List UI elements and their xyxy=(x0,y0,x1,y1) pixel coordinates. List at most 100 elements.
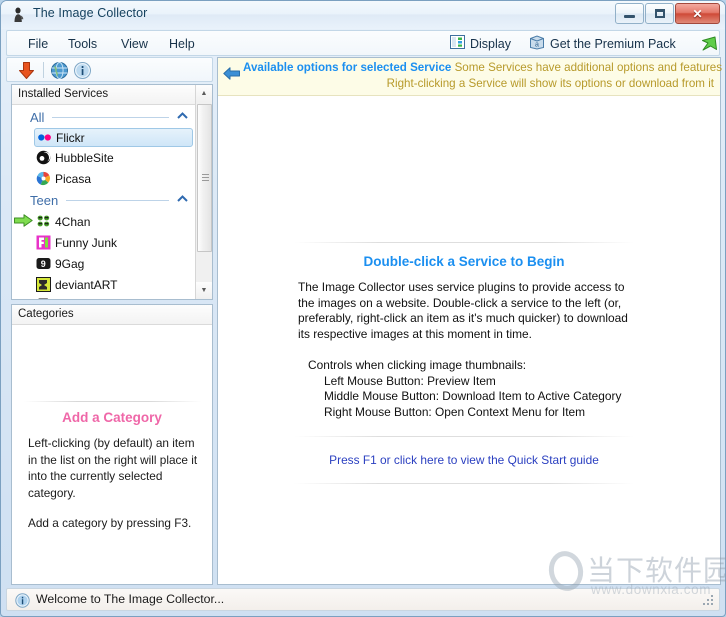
scroll-up-button[interactable]: ▲ xyxy=(196,85,212,102)
menu-view[interactable]: View xyxy=(114,35,155,53)
welcome-title: Double-click a Service to Begin xyxy=(363,254,565,269)
notice-rest: Some Services have additional options an… xyxy=(454,61,723,74)
menu-help[interactable]: Help xyxy=(162,35,202,53)
service-item-hubblesite[interactable]: HubbleSite xyxy=(12,147,197,168)
resize-grip-icon[interactable] xyxy=(703,595,715,607)
window-title: The Image Collector xyxy=(33,6,148,20)
close-button[interactable]: ✕ xyxy=(675,3,720,24)
installed-services-header: Installed Services xyxy=(12,85,197,105)
service-item-label: Imgur xyxy=(55,299,86,300)
svg-text:9: 9 xyxy=(41,259,46,269)
status-bar: Welcome to The Image Collector... xyxy=(6,588,720,611)
scrollbar-grip-icon xyxy=(202,174,209,182)
notice-bar: Available options for selected Service S… xyxy=(218,58,722,96)
app-icon xyxy=(10,6,28,24)
control-middle-mouse: Middle Mouse Button: Download Item to Ac… xyxy=(324,389,622,403)
close-icon: ✕ xyxy=(692,6,703,21)
maximize-icon xyxy=(646,4,673,23)
info-icon[interactable] xyxy=(73,61,92,80)
services-scrollbar[interactable]: ▲ ▼ xyxy=(195,85,212,299)
service-item-label: HubbleSite xyxy=(55,150,114,165)
ninegag-icon: 9 xyxy=(36,256,51,271)
categories-list[interactable] xyxy=(12,326,212,401)
controls-heading: Controls when clicking image thumbnails: xyxy=(308,358,527,372)
app-window: The Image Collector ✕ File Tools View He… xyxy=(0,0,726,617)
premium-pack-button[interactable]: a Get the Premium Pack xyxy=(529,35,676,53)
notice-line-1: Available options for selected Service S… xyxy=(243,61,722,74)
service-item-label: Funny Junk xyxy=(55,235,118,250)
add-category-paragraph-2: Add a category by pressing F3. xyxy=(28,516,192,530)
control-right-mouse: Right Mouse Button: Open Context Menu fo… xyxy=(324,404,586,419)
service-item-label: 9Gag xyxy=(55,256,85,271)
welcome-bottom-divider xyxy=(294,436,634,437)
green-arrow-icon[interactable] xyxy=(699,35,719,53)
globe-icon[interactable] xyxy=(50,61,69,80)
title-bar: The Image Collector ✕ xyxy=(1,1,725,29)
service-group-all[interactable]: All xyxy=(12,106,197,128)
welcome-top-divider xyxy=(294,242,634,243)
minimize-button[interactable] xyxy=(615,3,644,24)
display-button[interactable]: Display xyxy=(450,35,511,52)
main-content-panel: Available options for selected Service S… xyxy=(217,57,722,585)
flickr-dots-icon xyxy=(37,130,52,145)
service-item-deviantart[interactable]: deviantART xyxy=(12,274,197,295)
maximize-button[interactable] xyxy=(645,3,674,24)
add-category-title: Add a Category xyxy=(62,410,162,425)
add-category-help: Left-clicking (by default) an item in th… xyxy=(28,435,200,546)
blue-box-icon: a xyxy=(529,35,545,53)
picasa-icon xyxy=(36,171,51,186)
fourchan-icon xyxy=(36,214,51,229)
quick-start-guide-link[interactable]: Press F1 or click here to view the Quick… xyxy=(294,453,634,467)
hubblesite-icon xyxy=(36,150,51,165)
chevron-up-icon[interactable] xyxy=(175,195,189,205)
welcome-paragraph: The Image Collector uses service plugins… xyxy=(298,280,628,341)
info-icon xyxy=(15,593,30,608)
welcome-dialog: Double-click a Service to Begin The Imag… xyxy=(294,242,634,484)
add-category-paragraph-1: Left-clicking (by default) an item in th… xyxy=(28,436,198,500)
menu-bar: File Tools View Help Display a Get the P… xyxy=(6,30,720,56)
welcome-bottom-divider-2 xyxy=(294,483,634,484)
service-item-imgur[interactable]: Imgur xyxy=(12,295,197,300)
left-toolbar xyxy=(6,57,213,82)
scrollbar-thumb[interactable] xyxy=(197,104,212,252)
service-item-label: deviantART xyxy=(55,277,118,292)
premium-pack-label: Get the Premium Pack xyxy=(550,37,676,51)
menu-file[interactable]: File xyxy=(21,35,55,53)
service-item-label: 4Chan xyxy=(55,214,91,229)
notice-strong: Available options for selected Service xyxy=(243,61,452,74)
display-label: Display xyxy=(470,36,511,51)
imgur-icon xyxy=(36,298,51,299)
control-left-mouse: Left Mouse Button: Preview Item xyxy=(324,373,496,388)
service-item-label: Picasa xyxy=(55,171,92,186)
scroll-down-button[interactable]: ▼ xyxy=(196,282,212,299)
menu-tools[interactable]: Tools xyxy=(61,35,104,53)
chevron-up-icon[interactable] xyxy=(175,112,189,122)
status-text: Welcome to The Image Collector... xyxy=(36,592,225,606)
svg-text:a: a xyxy=(535,42,539,49)
service-item-flickr[interactable]: Flickr xyxy=(34,128,193,147)
service-group-all-label: All xyxy=(30,109,45,125)
service-item-picasa[interactable]: Picasa xyxy=(12,168,197,189)
selected-service-pointer-icon xyxy=(14,214,33,227)
deviantart-icon xyxy=(36,277,51,292)
panel-layout-icon xyxy=(450,35,465,52)
download-arrow-icon[interactable] xyxy=(17,61,36,80)
categories-divider xyxy=(24,401,202,402)
categories-header: Categories xyxy=(12,305,212,325)
services-list[interactable]: All Flickr HubbleSite Picasa Teen 4Chan … xyxy=(12,106,197,299)
back-arrow-icon xyxy=(223,67,240,80)
minimize-icon xyxy=(616,4,643,23)
notice-line-2: Right-clicking a Service will show its o… xyxy=(386,77,714,90)
categories-panel: Categories Add a Category Left-clicking … xyxy=(11,304,213,585)
group-rule xyxy=(66,199,169,201)
service-item-label: Flickr xyxy=(56,130,85,145)
welcome-controls: Controls when clicking image thumbnails:… xyxy=(308,358,630,420)
service-item-funnyjunk[interactable]: Funny Junk xyxy=(12,232,197,253)
group-rule xyxy=(52,116,169,118)
service-item-4chan[interactable]: 4Chan xyxy=(12,211,197,232)
funnyjunk-icon xyxy=(36,235,51,250)
service-group-teen[interactable]: Teen xyxy=(12,189,197,211)
service-group-teen-label: Teen xyxy=(30,192,59,208)
service-item-9gag[interactable]: 9 9Gag xyxy=(12,253,197,274)
installed-services-panel: Installed Services All Flickr HubbleSite… xyxy=(11,84,213,300)
